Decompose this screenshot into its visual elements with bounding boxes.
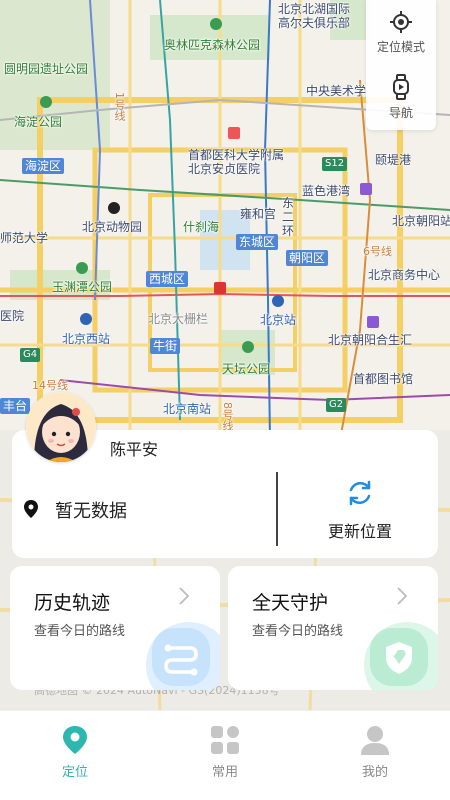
all-day-guard-title: 全天守护 [252, 592, 329, 614]
road-badge: G4 [20, 348, 41, 362]
route-icon [152, 628, 210, 686]
map-label: 海淀公园 [14, 115, 63, 129]
card-divider [276, 472, 278, 546]
road-badge: S12 [322, 157, 348, 171]
tab-locate[interactable]: 定位 [0, 711, 150, 800]
map-tool-panel: 定位模式 导航 [366, 0, 436, 130]
map-label: 什刹海 [183, 220, 220, 234]
map-label: 雍和宫 [240, 207, 277, 221]
chevron-right-icon [179, 587, 190, 605]
map-label: 圆明园遗址公园 [4, 62, 89, 76]
crosshair-icon [390, 11, 412, 33]
hospital-icon [228, 127, 240, 139]
park-icon [210, 18, 222, 30]
history-track-title: 历史轨迹 [34, 592, 111, 614]
avatar[interactable] [26, 392, 96, 462]
user-icon [361, 726, 389, 755]
map-label: 北京朝阳合生汇 [328, 333, 413, 347]
district-badge: 朝阳区 [286, 250, 329, 266]
map-label: 14号线 [32, 379, 68, 392]
shopping-icon [360, 183, 372, 195]
user-name: 陈平安 [110, 440, 159, 459]
map-label: 奥林匹克森林公园 [164, 38, 261, 52]
map-label: 北京朝阳站 [392, 214, 450, 228]
all-day-guard-subtitle: 查看今日的路线 [252, 624, 344, 639]
map-label: 牛街 [150, 338, 181, 354]
district-badge: 海淀区 [22, 158, 65, 174]
park-icon [76, 262, 88, 274]
navigate-label: 导航 [388, 106, 413, 120]
update-location-label: 更新位置 [327, 522, 392, 541]
station-icon [80, 313, 92, 325]
shopping-icon [367, 316, 379, 328]
map-label: 北京北湖国际 [278, 2, 351, 16]
refresh-icon [349, 480, 371, 506]
map-label: 丰台 [0, 398, 31, 414]
bottom-tab-bar: 定位 常用 我的 [0, 710, 450, 800]
grid-apps-icon [211, 726, 239, 754]
map-label: 高尔夫俱乐部 [278, 16, 351, 30]
map-label: 1号线 [113, 92, 126, 121]
tab-mine-label: 我的 [361, 765, 388, 780]
map-label: 首都医科大学附属北京安贞医院 [188, 148, 285, 176]
district-badge: 西城区 [146, 271, 189, 287]
tab-mine[interactable]: 我的 [300, 711, 450, 800]
panda-icon [108, 202, 120, 214]
tab-locate-label: 定位 [61, 765, 88, 780]
map-label: 北京南站 [163, 402, 212, 416]
station-icon [272, 295, 284, 307]
tab-common-label: 常用 [211, 765, 238, 780]
tiananmen-icon [214, 282, 226, 294]
map-label: 北京商务中心 [368, 268, 441, 282]
map-label: 中央美术学 [306, 84, 367, 98]
map-label: 6号线 [363, 245, 392, 258]
map-label: 颐堤港 [375, 153, 412, 167]
map-label: 天坛公园 [222, 362, 271, 376]
map-label: 首都图书馆 [353, 372, 414, 386]
chevron-right-icon [397, 587, 408, 605]
locate-mode-label: 定位模式 [376, 40, 425, 54]
location-pin-icon [24, 500, 38, 518]
watch-icon [393, 74, 409, 100]
route-icon-bg [146, 622, 220, 690]
map-label: 医院 [0, 309, 25, 323]
history-track-subtitle: 查看今日的路线 [34, 624, 126, 639]
map-label: 玉渊潭公园 [52, 280, 113, 294]
road-badge: G2 [326, 398, 347, 412]
map-label: 北京站 [260, 313, 297, 327]
locate-mode-button[interactable]: 定位模式 [366, 0, 436, 65]
park-icon [40, 96, 52, 108]
location-pin-icon [63, 726, 87, 754]
map-label: 东二环 [282, 196, 295, 238]
district-badge: 东城区 [236, 234, 279, 250]
map-label: 蓝色港湾 [302, 184, 351, 198]
history-track-card[interactable]: 历史轨迹 查看今日的路线 [10, 566, 220, 690]
shield-icon [370, 628, 428, 686]
map-label: 北京西站 [62, 332, 111, 346]
shield-icon-bg [364, 622, 438, 690]
all-day-guard-card[interactable]: 全天守护 查看今日的路线 [228, 566, 438, 690]
navigate-button[interactable]: 导航 [366, 65, 436, 130]
tab-common[interactable]: 常用 [150, 711, 300, 800]
map-label: 师范大学 [0, 231, 49, 245]
map-label: 北京动物园 [82, 220, 143, 234]
map-label: 北京大栅栏 [148, 312, 209, 326]
park-icon [242, 341, 254, 353]
address-text: 暂无数据 [55, 501, 127, 522]
user-avatar-illustration [26, 392, 96, 462]
update-location-button[interactable]: 更新位置 [282, 470, 438, 550]
map-label: 8号线 [221, 402, 234, 431]
